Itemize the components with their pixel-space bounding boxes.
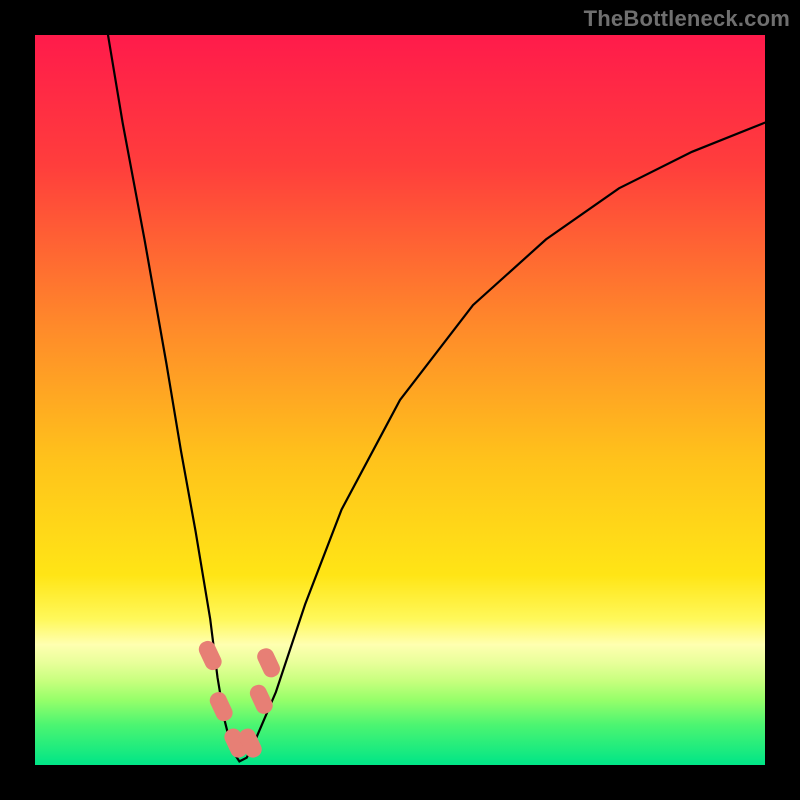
marker-pill	[207, 689, 235, 723]
marker-pill	[196, 638, 224, 672]
chart-frame: TheBottleneck.com	[0, 0, 800, 800]
plot-area	[35, 35, 765, 765]
bottleneck-curve	[35, 35, 765, 765]
watermark-text: TheBottleneck.com	[584, 6, 790, 32]
marker-pill	[247, 682, 275, 716]
curve-markers	[196, 638, 282, 760]
marker-pill	[255, 646, 283, 680]
